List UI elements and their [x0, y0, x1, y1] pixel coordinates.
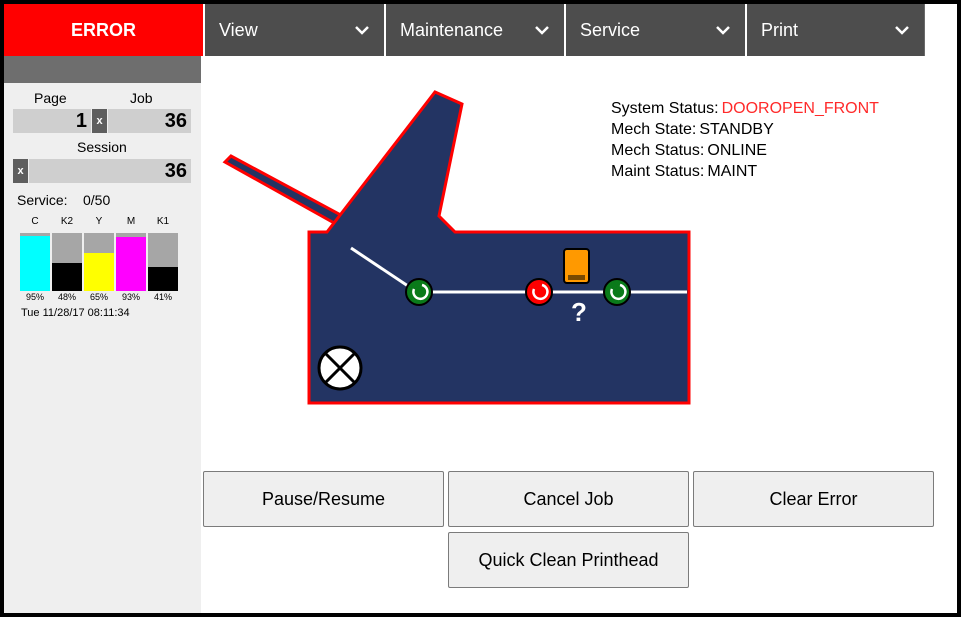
ink-name-y: Y [95, 216, 103, 227]
page-label: Page [34, 90, 67, 106]
sensor-ok-right-icon [603, 278, 631, 306]
ink-bar-y [84, 233, 114, 291]
ink-level-fill [20, 235, 50, 291]
error-status-tab: ERROR [4, 4, 203, 56]
menu-print[interactable]: Print [745, 4, 925, 56]
cancel-job-button[interactable]: Cancel Job [448, 471, 689, 527]
status-key: Mech State: [611, 121, 697, 138]
status-row: System Status: DOOROPEN_FRONT [611, 98, 879, 119]
timestamp: Tue 11/28/17 08:11:34 [21, 307, 130, 319]
session-counter: 36 [29, 159, 191, 183]
sensor-ok-left-icon [405, 278, 433, 306]
job-label: Job [130, 90, 153, 106]
ink-name-m: M [126, 216, 136, 227]
status-row: Mech Status: ONLINE [611, 140, 879, 161]
ink-bar-k2 [52, 233, 82, 291]
left-panel-header-strip [4, 56, 201, 83]
ink-level-fill [148, 267, 178, 291]
pause-resume-button[interactable]: Pause/Resume [203, 471, 444, 527]
ink-percent-c: 95% [25, 292, 44, 302]
ink-bar-k1 [148, 233, 178, 291]
reset-page-button[interactable]: x [92, 109, 107, 133]
status-key: System Status: [611, 100, 719, 117]
reset-session-button[interactable]: x [13, 159, 28, 183]
ink-percent-m: 93% [121, 292, 140, 302]
chevron-down-icon [355, 26, 369, 35]
ink-name-c: C [31, 216, 39, 227]
chevron-down-icon [895, 26, 909, 35]
stop-cross-icon [317, 345, 363, 391]
page-counter: 1 [13, 109, 91, 133]
service-label: Service: [17, 192, 68, 208]
ink-percent-y: 65% [89, 292, 108, 302]
status-key: Maint Status: [611, 163, 705, 180]
ink-level-fill [84, 253, 114, 291]
menu-service-label: Service [580, 19, 641, 40]
menu-print-label: Print [761, 19, 799, 40]
ink-name-k1: K1 [156, 216, 170, 227]
unknown-state-glyph: ? [571, 297, 587, 327]
chevron-down-icon [535, 26, 549, 35]
menu-view-label: View [219, 19, 258, 40]
ink-bar-m [116, 233, 146, 291]
system-status-panel: System Status: DOOROPEN_FRONT Mech State: S… [611, 98, 879, 182]
ink-level-fill [116, 237, 146, 291]
status-value: STANDBY [699, 121, 774, 138]
session-label: Session [77, 139, 127, 155]
chevron-down-icon [716, 26, 730, 35]
menu-view[interactable]: View [203, 4, 384, 56]
ink-percent-k2: 48% [57, 292, 76, 302]
quick-clean-printhead-button[interactable]: Quick Clean Printhead [448, 532, 689, 588]
menu-service[interactable]: Service [564, 4, 745, 56]
cartridge-icon [563, 248, 590, 284]
clear-error-button[interactable]: Clear Error [693, 471, 934, 527]
ink-level-fill [52, 263, 82, 291]
menu-maintenance-label: Maintenance [400, 19, 504, 40]
ink-bar-c [20, 233, 50, 291]
job-counter: 36 [108, 109, 191, 133]
ink-percent-k1: 41% [153, 292, 172, 302]
status-value: DOOROPEN_FRONT [721, 100, 879, 117]
status-value: ONLINE [707, 142, 767, 159]
status-row: Mech State: STANDBY [611, 119, 879, 140]
status-key: Mech Status: [611, 142, 705, 159]
service-value: 0/50 [83, 192, 111, 208]
sensor-error-icon [525, 278, 553, 306]
ink-name-k2: K2 [60, 216, 74, 227]
menu-maintenance[interactable]: Maintenance [384, 4, 564, 56]
status-row: Maint Status: MAINT [611, 161, 879, 182]
status-value: MAINT [707, 163, 758, 180]
